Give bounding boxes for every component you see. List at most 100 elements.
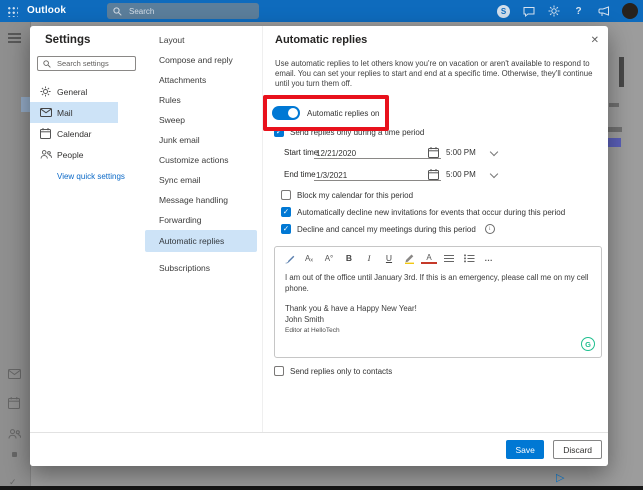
- settings-search-input[interactable]: [55, 58, 130, 69]
- panel-title: Automatic replies: [275, 34, 368, 46]
- info-icon[interactable]: [484, 224, 495, 234]
- end-date-input[interactable]: [314, 169, 411, 180]
- category-sweep[interactable]: Sweep: [145, 110, 257, 130]
- editor-toolbar: [275, 247, 601, 269]
- mail-icon[interactable]: [8, 366, 21, 384]
- category-rules[interactable]: Rules: [145, 90, 257, 110]
- settings-gear-icon[interactable]: [547, 5, 560, 18]
- time-period-checkbox[interactable]: [274, 127, 284, 137]
- calendar-picker-icon[interactable]: [428, 167, 439, 185]
- tasks-icon[interactable]: [12, 452, 17, 457]
- start-time-select[interactable]: 5:00 PM: [446, 148, 476, 157]
- grammarly-icon[interactable]: [581, 337, 595, 351]
- calendar-icon[interactable]: [8, 396, 20, 414]
- category-compose-and-reply[interactable]: Compose and reply: [145, 50, 257, 70]
- background-scrollbar: [619, 57, 624, 87]
- sidebar-item-general[interactable]: General: [30, 81, 118, 102]
- end-time-select[interactable]: 5:00 PM: [446, 170, 476, 179]
- settings-title: Settings: [45, 34, 91, 46]
- category-forwarding[interactable]: Forwarding: [145, 210, 257, 230]
- underline-icon[interactable]: [381, 251, 397, 265]
- background-selected-folder: [21, 97, 30, 112]
- editor-body[interactable]: I am out of the office until January 3rd…: [275, 269, 601, 337]
- mail-settings-categories: Layout Compose and reply Attachments Rul…: [140, 26, 262, 466]
- topbar: Outlook: [0, 0, 643, 22]
- chevron-down-icon[interactable]: [489, 147, 499, 157]
- send-icon: [556, 468, 564, 486]
- category-sync-email[interactable]: Sync email: [145, 170, 257, 190]
- search-icon: [43, 59, 51, 68]
- people-icon[interactable]: [8, 426, 22, 444]
- menu-icon[interactable]: [8, 33, 21, 35]
- close-icon[interactable]: [591, 35, 599, 46]
- block-calendar-row: Block my calendar for this period: [281, 190, 413, 200]
- contacts-only-row: Send replies only to contacts: [274, 366, 392, 376]
- decline-invitations-checkbox[interactable]: [281, 207, 291, 217]
- automatic-replies-toggle[interactable]: [272, 106, 300, 120]
- account-avatar[interactable]: [622, 3, 638, 19]
- app-launcher-icon[interactable]: [7, 6, 18, 17]
- sidebar-item-people[interactable]: People: [30, 144, 118, 165]
- category-attachments[interactable]: Attachments: [145, 70, 257, 90]
- format-painter-icon[interactable]: [281, 251, 297, 265]
- more-options-icon[interactable]: [481, 251, 497, 265]
- help-icon[interactable]: [572, 5, 585, 18]
- topbar-search-bar[interactable]: [107, 3, 259, 19]
- highlight-icon[interactable]: [401, 251, 417, 265]
- bullet-list-icon[interactable]: [461, 251, 477, 265]
- checkbox-label: Decline and cancel my meetings during th…: [297, 224, 476, 234]
- category-subscriptions[interactable]: Subscriptions: [145, 258, 257, 278]
- category-layout[interactable]: Layout: [145, 30, 257, 50]
- category-automatic-replies[interactable]: Automatic replies: [145, 230, 257, 252]
- start-date-field[interactable]: [314, 143, 441, 159]
- discard-button[interactable]: Discard: [553, 440, 602, 459]
- outlook-settings-screen: Outlook Search S ? ✓ ▷ Settings Search s…: [0, 0, 643, 490]
- screen-edge: [0, 486, 643, 490]
- sidebar-item-label: Mail: [57, 107, 73, 118]
- whats-new-icon[interactable]: [597, 5, 610, 18]
- category-message-handling[interactable]: Message handling: [145, 190, 257, 210]
- skype-icon[interactable]: [497, 4, 510, 18]
- end-date-field[interactable]: [314, 165, 441, 181]
- signature-name: John Smith: [285, 314, 325, 324]
- decline-invitations-row: Automatically decline new invitations fo…: [281, 207, 565, 217]
- save-button[interactable]: Save: [506, 440, 545, 459]
- topbar-search-input[interactable]: [127, 5, 253, 17]
- settings-search-box[interactable]: [37, 56, 136, 71]
- toggle-label: Automatic replies on: [307, 109, 380, 118]
- align-icon[interactable]: [441, 251, 457, 265]
- calendar-picker-icon[interactable]: [428, 145, 439, 163]
- reply-message-editor[interactable]: I am out of the office until January 3rd…: [274, 246, 602, 358]
- start-date-input[interactable]: [314, 147, 411, 158]
- chevron-down-icon[interactable]: [489, 169, 499, 179]
- clear-formatting-icon[interactable]: [301, 251, 317, 265]
- chat-icon[interactable]: [522, 5, 535, 18]
- signature-title: Editor at HelloTech: [285, 327, 340, 334]
- category-junk-email[interactable]: Junk email: [145, 130, 257, 150]
- bold-icon[interactable]: [341, 251, 357, 265]
- font-size-icon[interactable]: [321, 251, 337, 265]
- sidebar-item-label: People: [57, 149, 84, 160]
- calendar-icon: [40, 128, 51, 139]
- topbar-actions: [497, 0, 638, 22]
- decline-cancel-meetings-checkbox[interactable]: [281, 224, 291, 234]
- view-quick-settings-link[interactable]: View quick settings: [57, 172, 125, 181]
- sidebar-item-mail[interactable]: Mail: [30, 102, 118, 123]
- background-text-fragment: [609, 103, 619, 107]
- contacts-only-checkbox[interactable]: [274, 366, 284, 376]
- decline-cancel-meetings-row: Decline and cancel my meetings during th…: [281, 224, 495, 234]
- panel-description: Use automatic replies to let others know…: [275, 59, 593, 88]
- italic-icon[interactable]: [361, 251, 377, 265]
- dialog-footer: Save Discard: [30, 432, 608, 466]
- category-customize-actions[interactable]: Customize actions: [145, 150, 257, 170]
- sidebar-item-calendar[interactable]: Calendar: [30, 123, 118, 144]
- block-calendar-checkbox[interactable]: [281, 190, 291, 200]
- checkbox-label: Send replies only to contacts: [290, 366, 393, 376]
- message-paragraph: I am out of the office until January 3rd…: [285, 273, 589, 293]
- settings-nav: Settings General Mail: [30, 26, 140, 466]
- background-selection-fragment: [608, 138, 621, 147]
- font-color-icon[interactable]: [421, 252, 437, 264]
- people-icon: [40, 150, 52, 159]
- background-text-fragment: [608, 127, 622, 132]
- message-closing: Thank you & have a Happy New Year!: [285, 304, 417, 313]
